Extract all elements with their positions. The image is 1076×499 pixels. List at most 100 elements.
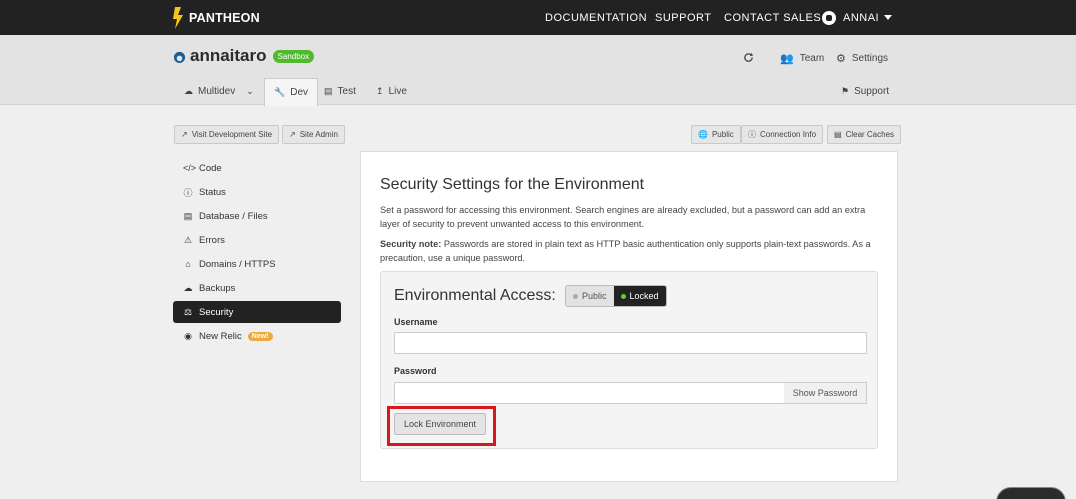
chevron-down-icon [884,15,893,20]
user-name: ANNAI [843,11,880,24]
security-settings-card: Security Settings for the Environment Se… [360,151,898,482]
sidebar-item-security[interactable]: ⚖ Security [173,301,341,323]
security-note-label: Security note: [380,239,442,249]
site-title: annaitaro [190,46,267,65]
sidebar-item-status[interactable]: ⓘ Status [173,181,341,203]
drupal-icon [173,51,186,63]
security-description: Set a password for accessing this enviro… [380,205,866,229]
sidebar-item-errors[interactable]: ⚠ Errors [173,229,341,251]
refresh-icon [744,52,754,62]
tab-dev-label: Dev [290,87,309,98]
password-label: Password [394,366,437,376]
security-icon: ⚖ [183,306,193,317]
support-label: Support [854,86,890,97]
visit-development-site-button[interactable]: ↗ Visit Development Site [174,125,280,144]
status-dot-icon [620,293,626,299]
pantheon-bolt-icon [173,7,183,29]
bar-chart-icon: ▤ [324,86,333,96]
support-button[interactable]: ⚑ Support [841,78,889,105]
access-toggle: Public Locked [565,285,667,307]
status-dot-icon [573,293,578,299]
pantheon-logo[interactable]: PANTHEON [172,6,260,30]
database-icon: ▤ [183,210,193,221]
sidebar-item-domains-https[interactable]: ⌂ Domains / HTTPS [173,253,341,275]
tab-test[interactable]: ▤ Test [324,78,356,105]
info-icon: ⓘ [748,130,756,139]
settings-button[interactable]: ⚙ Settings [836,52,888,65]
refresh-button[interactable] [743,52,754,63]
security-note-text: Passwords are stored in plain text as HT… [380,239,871,263]
username-label: Username [394,317,438,327]
sidebar-item-new-relic[interactable]: ◉ New Relic New! [173,325,341,347]
cloud-icon: ☁ [183,282,193,293]
logo-text: PANTHEON [189,11,260,25]
external-link-icon: ↗ [181,130,188,139]
sidebar-item-label: Security [199,306,234,318]
external-link-icon: ↗ [289,130,296,139]
eye-icon: ◉ [184,330,192,341]
chart-icon: ▤ [834,130,842,139]
avatar [822,10,836,25]
lock-environment-button[interactable]: Lock Environment [394,413,486,435]
help-button[interactable] [996,487,1066,499]
toggle-locked-label: Locked [629,291,659,301]
sidebar-item-label: Code [199,162,222,174]
home-icon: ⌂ [185,259,191,269]
show-password-button[interactable]: Show Password [784,382,867,404]
team-button[interactable]: 👥 Team [780,52,824,65]
team-icon: 👥 [780,53,794,65]
tab-test-label: Test [337,86,356,97]
gear-icon: ⚙ [836,53,846,65]
site-admin-button[interactable]: ↗ Site Admin [282,125,345,144]
user-menu[interactable]: ANNAI [822,0,893,35]
sidebar-item-label: Status [199,186,226,198]
connection-info-button[interactable]: ⓘ Connection Info [741,125,824,144]
tab-live-label: Live [388,86,407,97]
nav-support[interactable]: SUPPORT [655,0,711,35]
sidebar: </> Code ⓘ Status ▤ Database / Files ⚠ E… [173,157,341,349]
info-icon: ⓘ [183,187,193,198]
sandbox-badge: Sandbox [272,49,315,63]
password-field[interactable] [394,382,785,404]
tab-live[interactable]: ↥ Live [376,78,407,105]
visit-dev-label: Visit Development Site [191,130,273,139]
settings-label: Settings [851,53,889,64]
clear-caches-button[interactable]: ▤ Clear Caches [827,125,902,144]
page-title: Security Settings for the Environment [380,176,645,193]
top-navbar: PANTHEON DOCUMENTATION SUPPORT CONTACT S… [0,0,1076,35]
username-field[interactable] [394,332,867,354]
sidebar-item-label: Domains / HTTPS [199,258,276,270]
connection-info-label: Connection Info [760,130,817,139]
sidebar-item-backups[interactable]: ☁ Backups [173,277,341,299]
sidebar-item-label: Errors [199,234,225,246]
nav-documentation[interactable]: DOCUMENTATION [545,0,647,35]
sidebar-item-label: Backups [199,282,236,294]
environmental-access-panel: Environmental Access: Public Locked User… [380,271,878,449]
toggle-locked[interactable]: Locked [613,286,666,306]
flag-icon: ⚑ [841,86,850,96]
site-admin-label: Site Admin [299,130,338,139]
wrench-icon: 🔧 [274,87,286,97]
security-note: Security note: Passwords are stored in p… [380,237,880,265]
cloud-icon: ☁ [184,86,193,96]
tab-dev[interactable]: 🔧 Dev [264,78,319,106]
public-button[interactable]: 🌐 Public [691,125,741,144]
tab-multidev[interactable]: ☁ Multidev ⌄ [184,78,254,105]
public-label: Public [711,130,734,139]
sidebar-item-database-files[interactable]: ▤ Database / Files [173,205,341,227]
site-name-block: annaitaro Sandbox [173,46,315,66]
chevron-down-icon: ⌄ [246,86,254,96]
site-header: annaitaro Sandbox 👥 Team ⚙ Settings ☁ Mu… [0,35,1076,106]
pulse-icon: ↥ [376,86,384,96]
new-badge: New! [247,331,273,341]
sidebar-item-label: Database / Files [199,210,268,222]
toggle-public[interactable]: Public [566,286,614,306]
tab-multidev-label: Multidev [198,86,236,97]
clear-caches-label: Clear Caches [845,130,895,139]
globe-icon: 🌐 [698,130,708,139]
nav-contact-sales[interactable]: CONTACT SALES [724,0,821,35]
team-label: Team [799,53,825,64]
code-icon: </> [183,163,197,173]
sidebar-item-code[interactable]: </> Code [173,157,341,179]
toggle-public-label: Public [582,291,607,301]
